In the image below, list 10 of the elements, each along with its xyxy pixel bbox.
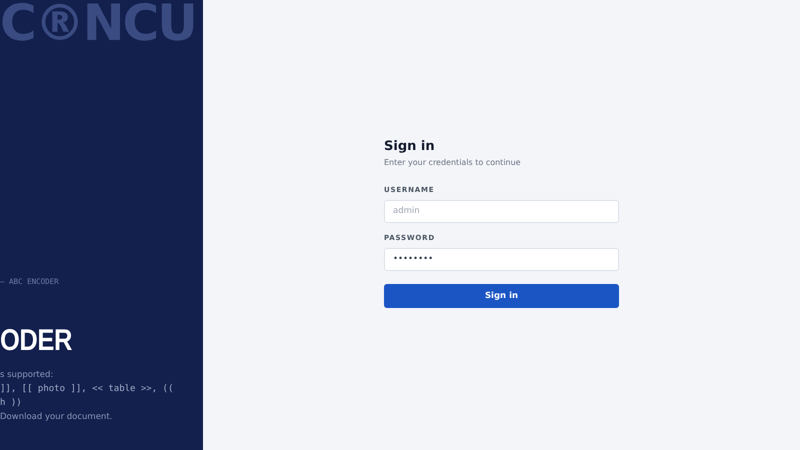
description-text: ]], [[ photo ]], << table >>, (( [0, 383, 174, 396]
heading: ODER [0, 324, 73, 358]
form-subtitle: Enter your credentials to continue [384, 158, 522, 166]
description-text: h )) [0, 397, 23, 410]
description-text: Download your document. [0, 411, 114, 424]
form-title: Sign in [384, 138, 436, 154]
description-text: s supported: [0, 369, 54, 382]
input-field[interactable]: •••••••• [384, 248, 619, 270]
input-field[interactable]: admin [384, 200, 619, 222]
sign-in-button[interactable]: Sign in [384, 284, 619, 308]
